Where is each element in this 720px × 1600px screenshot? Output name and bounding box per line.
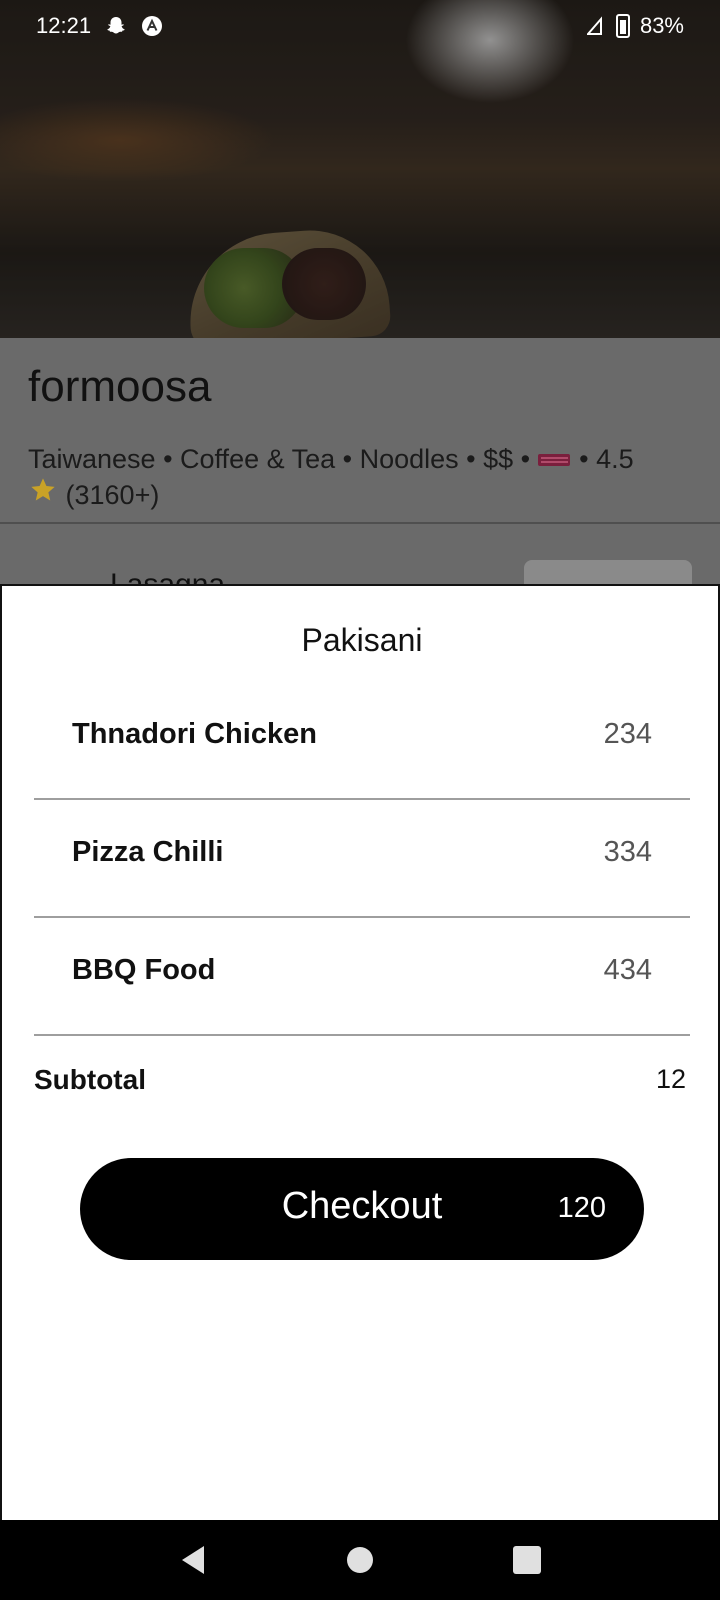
cart-item-row[interactable]: BBQ Food 434 (34, 920, 690, 1036)
app-screen: 12:21 83% formoosa Taiwanese • Coffee & … (0, 0, 720, 1600)
sheet-title: Pakisani (301, 622, 423, 658)
recents-icon[interactable] (507, 1540, 547, 1580)
menu-item-behind: Lasagna (0, 524, 720, 601)
cart-item-name: Pizza Chilli (72, 836, 224, 868)
star-icon (28, 478, 58, 510)
subtotal-value: 12 (655, 1064, 686, 1094)
battery-icon (615, 14, 630, 38)
checkout-total: 120 (557, 1192, 606, 1224)
signal-icon (584, 15, 606, 37)
cart-item-price: 334 (603, 836, 652, 868)
app-a-icon (141, 15, 163, 37)
restaurant-info: formoosa Taiwanese • Coffee & Tea • Nood… (0, 338, 720, 522)
cart-item-row[interactable]: Pizza Chilli 334 (34, 802, 690, 918)
cart-item-price: 234 (603, 718, 652, 750)
checkout-button[interactable]: Checkout 120 (80, 1158, 644, 1260)
cart-item-row[interactable]: Thnadori Chicken 234 (34, 684, 690, 800)
cart-item-price: 434 (603, 954, 652, 986)
cart-bottom-sheet: Pakisani Thnadori Chicken 234 Pizza Chil… (0, 584, 720, 1520)
back-icon[interactable] (173, 1540, 213, 1580)
restaurant-name: formoosa (28, 362, 212, 411)
food-wrap-graphic (184, 225, 392, 338)
food-meat-graphic (282, 248, 366, 320)
restaurant-categories: Taiwanese • Coffee & Tea • Noodles • $$ … (28, 444, 538, 474)
subtotal-label: Subtotal (34, 1064, 146, 1095)
cart-item-name: BBQ Food (72, 954, 216, 986)
status-bar: 12:21 83% (0, 0, 720, 52)
status-time: 12:21 (36, 13, 92, 38)
cart-item-name: Thnadori Chicken (72, 718, 317, 750)
restaurant-rating: • 4.5 (571, 444, 634, 474)
restaurant-meta: Taiwanese • Coffee & Tea • Noodles • $$ … (28, 442, 692, 512)
home-icon[interactable] (340, 1540, 380, 1580)
review-count: (3160+) (65, 480, 160, 510)
battery-percent: 83% (639, 13, 684, 38)
food-fill-graphic (204, 248, 304, 328)
dashpass-icon (537, 444, 572, 474)
system-nav-bar (0, 1520, 720, 1600)
snapchat-icon (105, 15, 127, 37)
